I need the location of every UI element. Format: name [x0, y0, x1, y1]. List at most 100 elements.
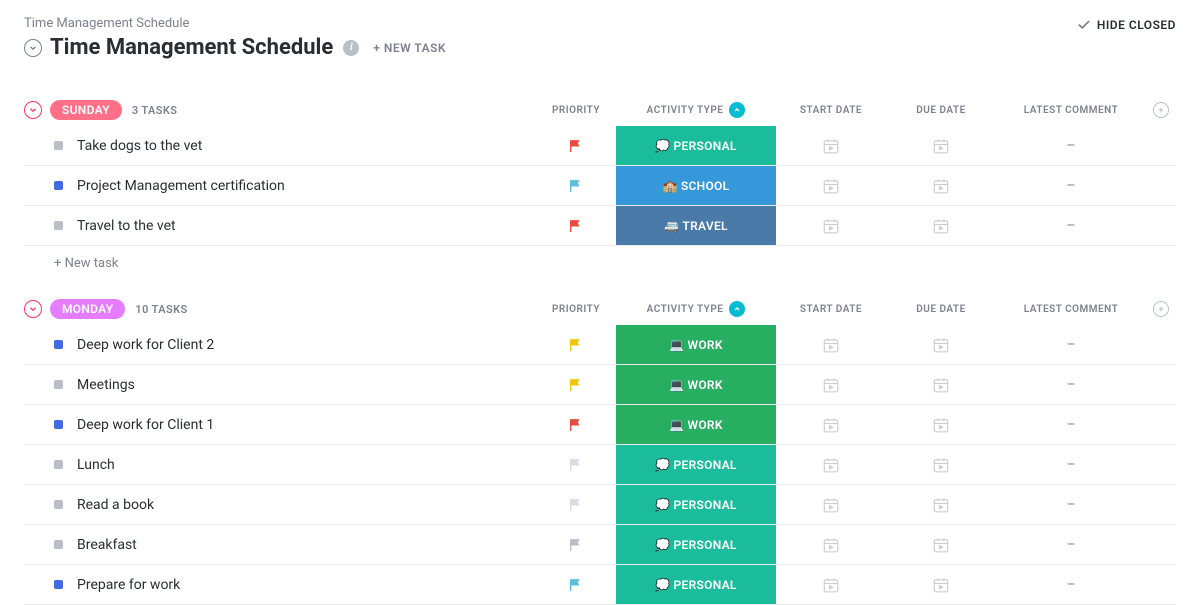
status-dot[interactable]	[54, 500, 63, 509]
task-row[interactable]: Travel to the vet 🚐TRAVEL –	[24, 206, 1176, 246]
task-name[interactable]: Take dogs to the vet	[77, 138, 536, 154]
start-date-cell[interactable]	[776, 206, 886, 245]
column-header-activity-type[interactable]: ACTIVITY TYPE	[616, 301, 776, 317]
activity-type-tag[interactable]: 💭PERSONAL	[616, 485, 776, 524]
latest-comment-cell: –	[996, 405, 1146, 444]
priority-flag[interactable]	[536, 325, 616, 364]
task-name[interactable]: Meetings	[77, 377, 536, 393]
priority-flag[interactable]	[536, 445, 616, 484]
add-column-button[interactable]	[1153, 102, 1169, 118]
latest-comment-cell: –	[996, 206, 1146, 245]
status-dot[interactable]	[54, 380, 63, 389]
due-date-cell[interactable]	[886, 565, 996, 604]
group-label-pill[interactable]: SUNDAY	[50, 100, 122, 120]
due-date-cell[interactable]	[886, 206, 996, 245]
status-dot[interactable]	[54, 141, 63, 150]
new-task-row[interactable]: + New task	[24, 246, 1176, 271]
new-task-button[interactable]: + NEW TASK	[373, 41, 446, 55]
column-header-start-date[interactable]: START DATE	[776, 304, 886, 315]
activity-type-tag[interactable]: 💭PERSONAL	[616, 525, 776, 564]
task-row[interactable]: Deep work for Client 1 💻WORK –	[24, 405, 1176, 445]
priority-flag[interactable]	[536, 365, 616, 404]
task-name[interactable]: Deep work for Client 2	[77, 337, 536, 353]
activity-type-tag[interactable]: 💭PERSONAL	[616, 445, 776, 484]
start-date-cell[interactable]	[776, 126, 886, 165]
priority-flag[interactable]	[536, 126, 616, 165]
task-row[interactable]: Lunch 💭PERSONAL –	[24, 445, 1176, 485]
latest-comment-cell: –	[996, 525, 1146, 564]
column-header-latest-comment[interactable]: LATEST COMMENT	[996, 304, 1146, 315]
status-dot[interactable]	[54, 580, 63, 589]
column-header-priority[interactable]: PRIORITY	[536, 105, 616, 116]
task-row[interactable]: Meetings 💻WORK –	[24, 365, 1176, 405]
task-row[interactable]: Deep work for Client 2 💻WORK –	[24, 325, 1176, 365]
priority-flag[interactable]	[536, 485, 616, 524]
column-header-due-date[interactable]: DUE DATE	[886, 105, 996, 116]
group-label-pill[interactable]: MONDAY	[50, 299, 125, 319]
breadcrumb[interactable]: Time Management Schedule	[0, 0, 1200, 31]
due-date-cell[interactable]	[886, 485, 996, 524]
start-date-cell[interactable]	[776, 525, 886, 564]
due-date-cell[interactable]	[886, 365, 996, 404]
group-collapse-icon[interactable]	[24, 300, 42, 318]
status-dot[interactable]	[54, 221, 63, 230]
check-icon	[1077, 18, 1091, 32]
activity-type-tag[interactable]: 💻WORK	[616, 365, 776, 404]
due-date-cell[interactable]	[886, 525, 996, 564]
hide-closed-toggle[interactable]: HIDE CLOSED	[1077, 18, 1176, 32]
due-date-cell[interactable]	[886, 445, 996, 484]
task-name[interactable]: Lunch	[77, 457, 536, 473]
status-dot[interactable]	[54, 540, 63, 549]
task-name[interactable]: Prepare for work	[77, 577, 536, 593]
task-name[interactable]: Travel to the vet	[77, 218, 536, 234]
task-row[interactable]: Project Management certification 🏫SCHOOL…	[24, 166, 1176, 206]
status-dot[interactable]	[54, 181, 63, 190]
task-row[interactable]: Prepare for work 💭PERSONAL –	[24, 565, 1176, 605]
task-row[interactable]: Breakfast 💭PERSONAL –	[24, 525, 1176, 565]
latest-comment-cell: –	[996, 365, 1146, 404]
sort-ascending-icon[interactable]	[729, 301, 745, 317]
priority-flag[interactable]	[536, 405, 616, 444]
task-name[interactable]: Breakfast	[77, 537, 536, 553]
column-header-due-date[interactable]: DUE DATE	[886, 304, 996, 315]
task-name[interactable]: Read a book	[77, 497, 536, 513]
start-date-cell[interactable]	[776, 565, 886, 604]
due-date-cell[interactable]	[886, 405, 996, 444]
start-date-cell[interactable]	[776, 485, 886, 524]
task-name[interactable]: Project Management certification	[77, 178, 536, 194]
activity-type-tag[interactable]: 🚐TRAVEL	[616, 206, 776, 245]
status-dot[interactable]	[54, 340, 63, 349]
activity-type-tag[interactable]: 🏫SCHOOL	[616, 166, 776, 205]
task-row[interactable]: Read a book 💭PERSONAL –	[24, 485, 1176, 525]
add-column-button[interactable]	[1153, 301, 1169, 317]
due-date-cell[interactable]	[886, 126, 996, 165]
priority-flag[interactable]	[536, 565, 616, 604]
start-date-cell[interactable]	[776, 405, 886, 444]
task-row[interactable]: Take dogs to the vet 💭PERSONAL –	[24, 126, 1176, 166]
priority-flag[interactable]	[536, 206, 616, 245]
info-icon[interactable]: i	[343, 40, 359, 56]
start-date-cell[interactable]	[776, 325, 886, 364]
status-dot[interactable]	[54, 420, 63, 429]
start-date-cell[interactable]	[776, 166, 886, 205]
task-count: 3 TASKS	[132, 104, 178, 117]
sort-ascending-icon[interactable]	[729, 102, 745, 118]
activity-type-tag[interactable]: 💭PERSONAL	[616, 565, 776, 604]
column-header-activity-type[interactable]: ACTIVITY TYPE	[616, 102, 776, 118]
column-header-priority[interactable]: PRIORITY	[536, 304, 616, 315]
view-collapse-icon[interactable]	[24, 39, 42, 57]
priority-flag[interactable]	[536, 166, 616, 205]
due-date-cell[interactable]	[886, 325, 996, 364]
activity-type-tag[interactable]: 💻WORK	[616, 405, 776, 444]
column-header-start-date[interactable]: START DATE	[776, 105, 886, 116]
activity-type-tag[interactable]: 💭PERSONAL	[616, 126, 776, 165]
due-date-cell[interactable]	[886, 166, 996, 205]
start-date-cell[interactable]	[776, 365, 886, 404]
activity-type-tag[interactable]: 💻WORK	[616, 325, 776, 364]
status-dot[interactable]	[54, 460, 63, 469]
priority-flag[interactable]	[536, 525, 616, 564]
start-date-cell[interactable]	[776, 445, 886, 484]
task-name[interactable]: Deep work for Client 1	[77, 417, 536, 433]
column-header-latest-comment[interactable]: LATEST COMMENT	[996, 105, 1146, 116]
group-collapse-icon[interactable]	[24, 101, 42, 119]
